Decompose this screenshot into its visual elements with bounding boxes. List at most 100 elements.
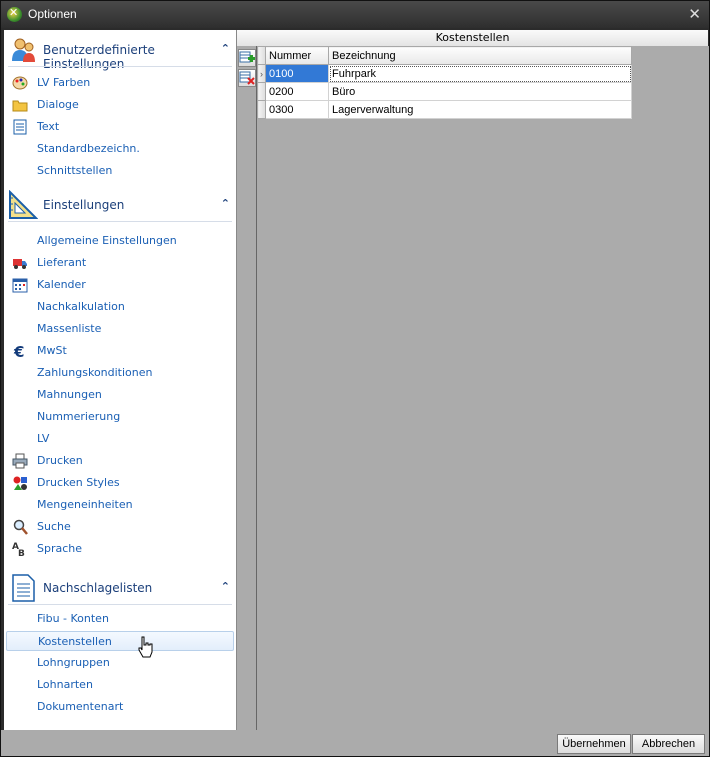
cancel-button[interactable]: Abbrechen xyxy=(632,734,705,754)
grid-toolbar xyxy=(237,46,256,730)
group-separator xyxy=(8,604,232,605)
delete-row-icon xyxy=(239,71,255,85)
sidebar-item-label: Dialoge xyxy=(37,98,79,111)
options-window: Optionen ✕ Benutzerdefinierte Einstellun… xyxy=(0,0,710,757)
sidebar-item-kostenstellen[interactable]: Kostenstellen xyxy=(6,631,234,651)
sidebar-item-suche[interactable]: Suche xyxy=(6,517,234,537)
table-row[interactable]: › 0100 Fuhrpark xyxy=(257,64,632,83)
folder-icon xyxy=(12,97,28,113)
sidebar-item-label: Text xyxy=(37,120,60,133)
sidebar-item-label: Fibu - Konten xyxy=(37,612,109,625)
sidebar-item-label: Dokumentenart xyxy=(37,700,124,713)
sidebar-item-fibu-konten[interactable]: Fibu - Konten xyxy=(6,609,234,629)
sidebar-item-lv-farben[interactable]: LV Farben xyxy=(6,73,234,93)
group-header-1[interactable]: Einstellungen ⌃ xyxy=(4,188,236,222)
sidebar-item-massenliste[interactable]: Massenliste xyxy=(6,319,234,339)
add-row-icon xyxy=(239,51,255,63)
sidebar-item-kalender[interactable]: Kalender xyxy=(6,275,234,295)
sidebar-item-mahnungen[interactable]: Mahnungen xyxy=(6,385,234,405)
sidebar-item-drucken[interactable]: Drucken xyxy=(6,451,234,471)
sidebar-item-dialoge[interactable]: Dialoge xyxy=(6,95,234,115)
users-icon xyxy=(8,35,38,65)
sidebar-item-nachkalkulation[interactable]: Nachkalkulation xyxy=(6,297,234,317)
sidebar-item-label: Suche xyxy=(37,520,71,533)
column-header-nummer[interactable]: Nummer xyxy=(265,46,329,65)
group-header-2[interactable]: Nachschlagelisten ⌃ xyxy=(4,571,236,605)
cell-nummer[interactable]: 0300 xyxy=(265,100,329,119)
sidebar-item-mengeneinheiten[interactable]: Mengeneinheiten xyxy=(6,495,234,515)
column-header-bezeichnung[interactable]: Bezeichnung xyxy=(328,46,632,65)
cost-center-grid: Nummer Bezeichnung › 0100 Fuhrpark 0200 Büro… xyxy=(257,46,632,119)
sidebar-item-label: Lieferant xyxy=(37,256,87,269)
grid-area: Nummer Bezeichnung › 0100 Fuhrpark 0200 Büro… xyxy=(256,46,709,730)
sidebar-item-label: Zahlungskonditionen xyxy=(37,366,153,379)
sidebar-item-drucken-styles[interactable]: Drucken Styles xyxy=(6,473,234,493)
title-bar[interactable]: Optionen ✕ xyxy=(1,1,709,28)
ruler-icon xyxy=(8,189,39,220)
row-selector[interactable] xyxy=(257,100,266,119)
cell-bezeichnung[interactable]: Büro xyxy=(328,82,632,101)
row-selector-header xyxy=(257,46,266,65)
cell-bezeichnung[interactable]: Fuhrpark xyxy=(328,64,632,83)
sidebar-item-lieferant[interactable]: Lieferant xyxy=(6,253,234,273)
sidebar-item-label: Drucken Styles xyxy=(37,476,120,489)
sidebar-item-lv[interactable]: LV xyxy=(6,429,234,449)
language-icon: AB xyxy=(12,541,28,559)
sidebar-item-lohnarten[interactable]: Lohnarten xyxy=(6,675,234,695)
sidebar-item-label: Allgemeine Einstellungen xyxy=(37,234,177,247)
table-row[interactable]: 0200 Büro xyxy=(257,82,632,101)
chevron-up-icon[interactable]: ⌃ xyxy=(221,580,230,593)
sidebar-item-label: Sprache xyxy=(37,542,83,555)
truck-icon xyxy=(12,255,28,271)
row-selector[interactable] xyxy=(257,82,266,101)
row-selector[interactable]: › xyxy=(257,64,266,83)
sidebar-item-label: Massenliste xyxy=(37,322,102,335)
group-header-0[interactable]: Benutzerdefinierte Einstellungen ⌃ xyxy=(4,33,236,71)
palette-icon xyxy=(12,75,28,91)
svg-text:B: B xyxy=(18,549,25,557)
sidebar-item-text[interactable]: Text xyxy=(6,117,234,137)
sidebar-item-nummerierung[interactable]: Nummerierung xyxy=(6,407,234,427)
group-separator xyxy=(8,66,232,67)
sidebar-item-label: LV Farben xyxy=(37,76,91,89)
sidebar-item-lohngruppen[interactable]: Lohngruppen xyxy=(6,653,234,673)
document-icon xyxy=(12,119,28,135)
sidebar-item-label: Schnittstellen xyxy=(37,164,113,177)
sidebar-item-sprache[interactable]: A B Sprache xyxy=(6,539,234,559)
sidebar-item-standardbezeichn[interactable]: Standardbezeichn. xyxy=(6,139,234,159)
sidebar-item-zahlungskonditionen[interactable]: Zahlungskonditionen xyxy=(6,363,234,383)
apply-button[interactable]: Übernehmen xyxy=(557,734,631,754)
table-row[interactable]: 0300 Lagerverwaltung xyxy=(257,100,632,119)
grid-header-row: Nummer Bezeichnung xyxy=(257,46,632,65)
magnifier-icon xyxy=(12,519,28,535)
chevron-up-icon[interactable]: ⌃ xyxy=(221,42,230,55)
chevron-up-icon[interactable]: ⌃ xyxy=(221,197,230,210)
printer-icon xyxy=(12,453,28,469)
calendar-icon xyxy=(12,277,28,293)
cell-nummer[interactable]: 0100 xyxy=(265,64,329,83)
delete-row-button[interactable] xyxy=(238,69,256,87)
list-document-icon xyxy=(8,573,38,603)
sidebar-item-label: Nachkalkulation xyxy=(37,300,125,313)
window-title: Optionen xyxy=(28,7,77,21)
add-row-button[interactable] xyxy=(238,49,256,67)
hand-cursor-icon xyxy=(138,636,153,658)
sidebar-item-label: Mengeneinheiten xyxy=(37,498,133,511)
app-logo-icon xyxy=(7,6,22,22)
sidebar-item-label: Standardbezeichn. xyxy=(37,142,140,155)
close-button[interactable]: ✕ xyxy=(688,5,701,23)
cell-bezeichnung[interactable]: Lagerverwaltung xyxy=(328,100,632,119)
sidebar-item-allgemeine-einstellungen[interactable]: Allgemeine Einstellungen xyxy=(6,231,234,251)
sidebar-item-label: Lohngruppen xyxy=(37,656,110,669)
sidebar-item-mwst[interactable]: € MwSt xyxy=(6,341,234,361)
sidebar-item-label: MwSt xyxy=(37,344,67,357)
cell-nummer[interactable]: 0200 xyxy=(265,82,329,101)
sidebar-item-label: Nummerierung xyxy=(37,410,121,423)
sidebar-item-label: Drucken xyxy=(37,454,83,467)
sidebar-item-label: LV xyxy=(37,432,50,445)
sidebar-item-label: Kalender xyxy=(37,278,86,291)
sidebar-item-schnittstellen[interactable]: Schnittstellen xyxy=(6,161,234,181)
sidebar-item-dokumentenart[interactable]: Dokumentenart xyxy=(6,697,234,717)
euro-icon: € xyxy=(12,343,28,361)
group-separator xyxy=(8,221,232,222)
